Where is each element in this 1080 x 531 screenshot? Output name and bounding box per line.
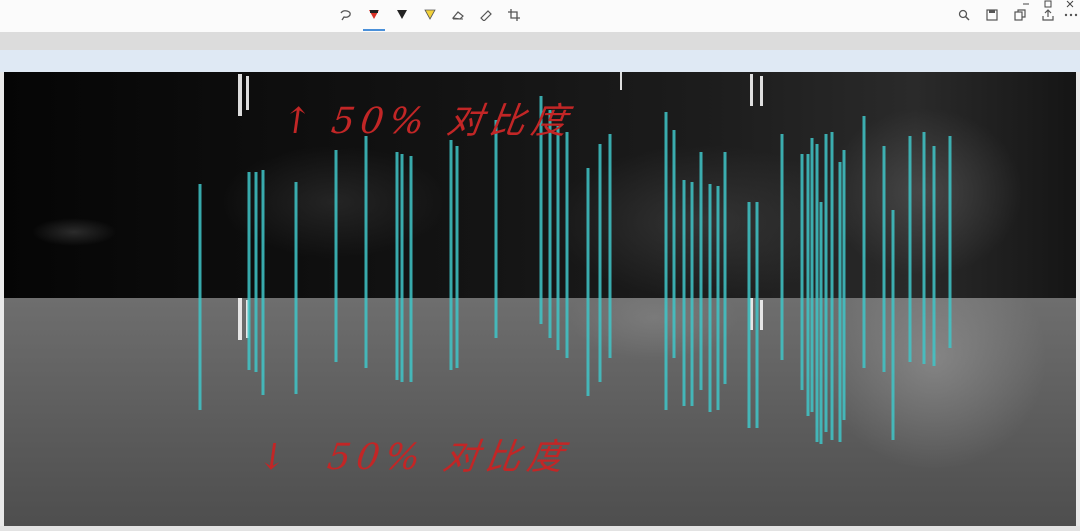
annotation-bottom: ↓ 50% 对比度: [254, 428, 573, 480]
eraser-icon[interactable]: [447, 9, 469, 31]
drawing-toolbar: [0, 0, 1080, 32]
lasso-select-icon[interactable]: [335, 9, 357, 31]
share-icon[interactable]: [1037, 9, 1059, 31]
close-icon[interactable]: [1066, 0, 1074, 8]
pen-black-icon[interactable]: [391, 9, 413, 31]
info-bar: [0, 50, 1080, 72]
pen-red-icon[interactable]: [363, 9, 385, 31]
minimize-icon[interactable]: [1022, 0, 1030, 8]
bottom-edge: [0, 526, 1080, 531]
annotation-top-text: 50% 对比度: [328, 101, 577, 142]
window-controls: [1022, 0, 1074, 8]
crop-icon[interactable]: [503, 9, 525, 31]
zoom-icon[interactable]: [953, 9, 975, 31]
annotation-top: ↑ 50% 对比度: [278, 92, 577, 144]
save-icon[interactable]: [981, 9, 1003, 31]
more-icon[interactable]: [1060, 9, 1080, 31]
ruler-icon[interactable]: [475, 9, 497, 31]
copy-icon[interactable]: [1009, 9, 1031, 31]
annotation-bottom-text: 50% 对比度: [324, 437, 573, 478]
image-canvas[interactable]: ↑ 50% 对比度 ↓ 50% 对比度: [4, 72, 1076, 526]
arrow-down-icon: ↓: [254, 437, 297, 478]
highlighter-yellow-icon[interactable]: [419, 9, 441, 31]
arrow-up-icon: ↑: [278, 101, 321, 142]
tab-strip: [0, 32, 1080, 50]
maximize-icon[interactable]: [1044, 0, 1052, 8]
